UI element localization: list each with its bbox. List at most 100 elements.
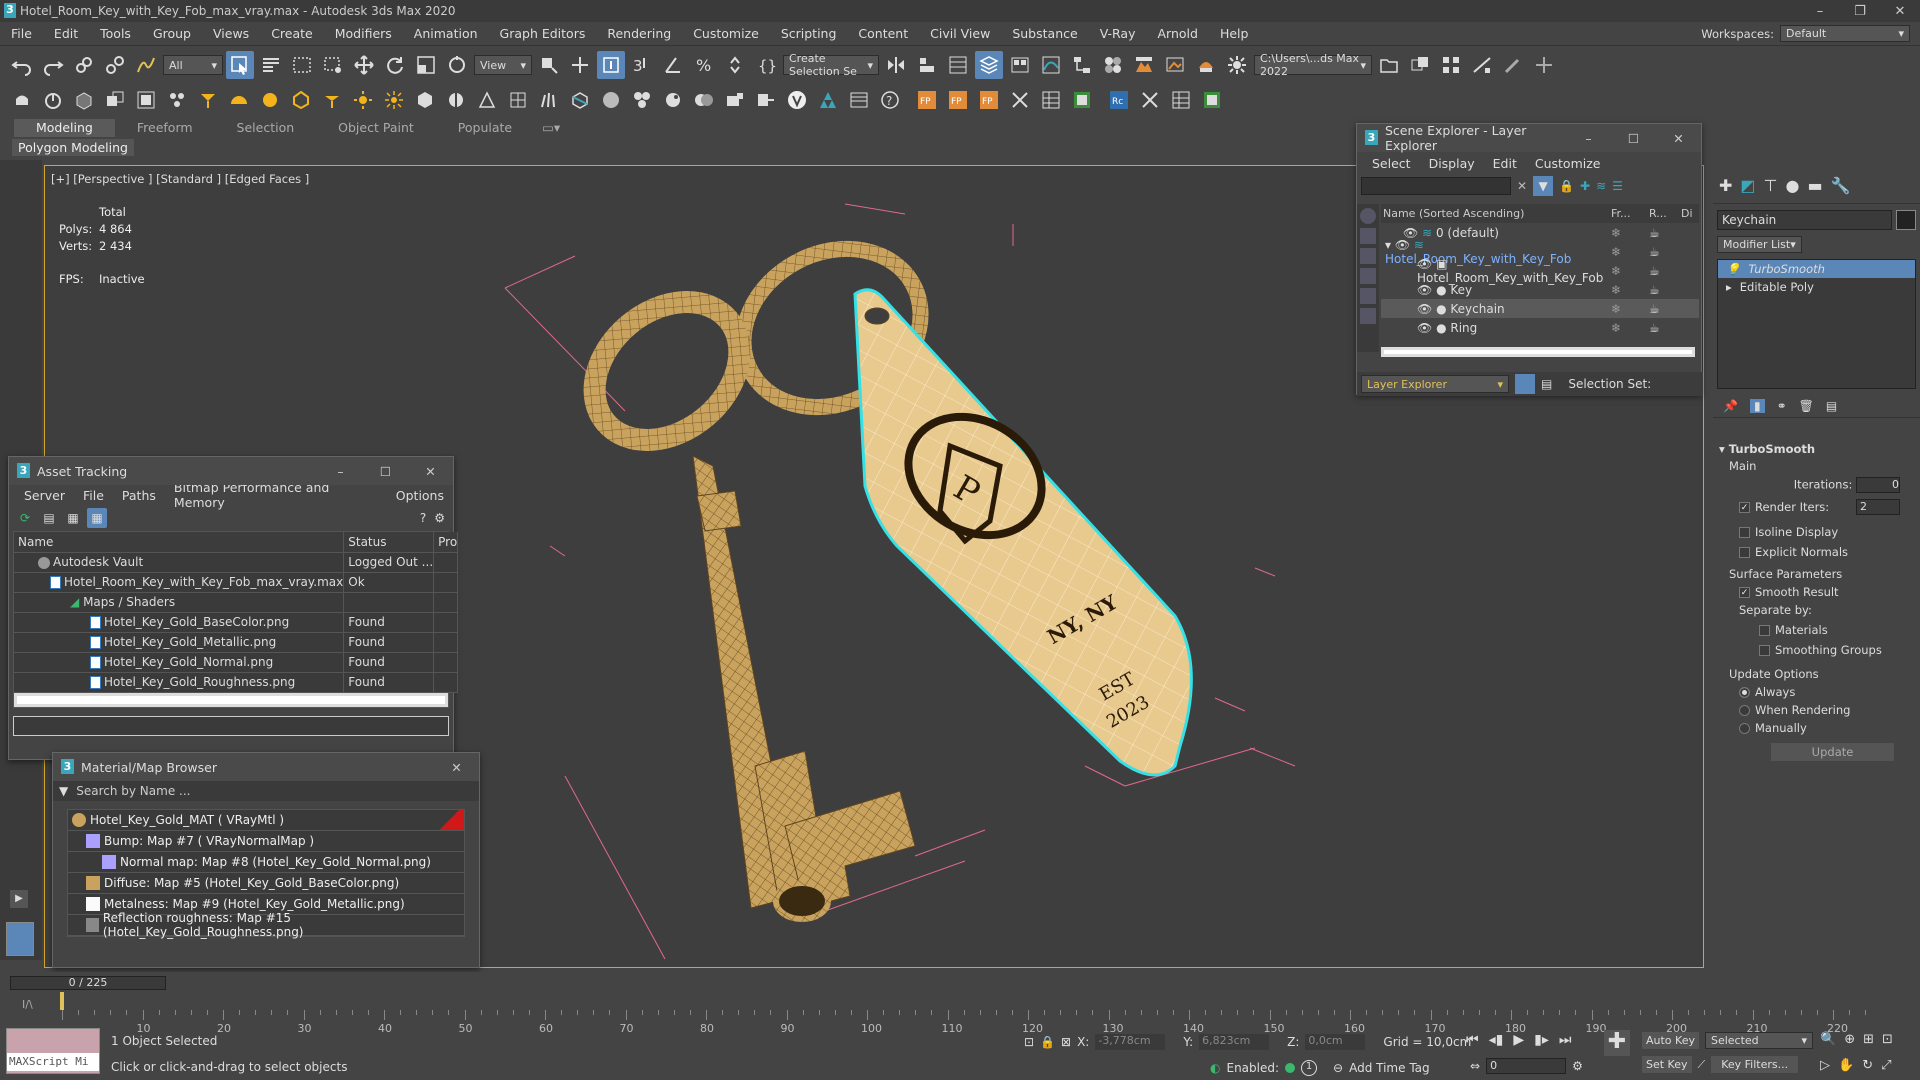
close-icon[interactable]: ✕ [1880, 4, 1920, 19]
chevron-right-icon[interactable]: ▸ [1718, 280, 1740, 294]
manually-radio[interactable] [1739, 723, 1750, 734]
menu-civil-view[interactable]: Civil View [919, 26, 1001, 41]
current-frame-marker[interactable] [60, 992, 64, 1010]
eye-icon[interactable]: 👁 [1417, 302, 1432, 316]
vray-scatter-icon[interactable] [814, 86, 842, 114]
asset-path-field[interactable] [13, 715, 449, 736]
refresh-icon[interactable]: ⟳ [15, 508, 35, 528]
render-iters-checkbox[interactable]: ✓ [1739, 501, 1750, 513]
light-dome-icon[interactable] [256, 86, 284, 114]
rollout-title[interactable]: TurboSmooth [1729, 442, 1815, 456]
chevron-down-icon[interactable]: ▾ [1385, 238, 1391, 252]
light-ies-icon[interactable] [318, 86, 346, 114]
asset-col-pro[interactable]: Pro [433, 532, 459, 553]
tab-object-paint[interactable]: Object Paint [316, 119, 436, 137]
fp-script-icon[interactable]: FP [913, 86, 941, 114]
filter-icon[interactable]: ▼ [1533, 176, 1554, 196]
menu-arnold[interactable]: Arnold [1147, 26, 1209, 41]
vray-mesh-export-icon[interactable] [752, 86, 780, 114]
eye-icon[interactable]: 👁 [1417, 257, 1432, 271]
align-icon[interactable] [913, 51, 941, 79]
vray-plane-icon[interactable] [473, 86, 501, 114]
table-row[interactable]: Hotel_Key_Gold_Normal.png Found [14, 652, 459, 673]
maxscript-listener[interactable]: MAXScript Mi [6, 1028, 100, 1074]
freeze-icon[interactable]: ❄ [1611, 245, 1649, 259]
list-view-icon[interactable]: ▤ [39, 508, 59, 528]
create-helper-icon[interactable] [1530, 51, 1558, 79]
info-icon[interactable]: 1 [1301, 1060, 1318, 1076]
motion-tab-icon[interactable]: ● [1785, 176, 1799, 195]
percent-snap-icon[interactable]: % [690, 51, 718, 79]
tab-freeform[interactable]: Freeform [115, 119, 215, 137]
iterations-spinner[interactable]: 0 [1856, 477, 1900, 493]
hierarchy-icon[interactable]: ☰ [1612, 179, 1623, 193]
viewport-layout-icon[interactable] [6, 922, 34, 956]
array-icon[interactable] [1437, 51, 1465, 79]
x-coord-field[interactable]: -3,778cm [1095, 1034, 1166, 1050]
teapot-icon[interactable]: ☕ [1649, 245, 1660, 259]
menu-scripting[interactable]: Scripting [770, 26, 848, 41]
zoom-icon[interactable]: 🔍 [1820, 1032, 1836, 1047]
eye-icon[interactable]: 👁 [1417, 283, 1432, 297]
toggle-ribbon-icon[interactable] [1006, 51, 1034, 79]
key-tangent-icon[interactable]: ⟋ [1698, 1058, 1706, 1072]
set-key-button[interactable]: Set Key [1642, 1056, 1692, 1073]
select-object-icon[interactable] [226, 51, 254, 79]
play-icon[interactable]: ▶ [1513, 1032, 1524, 1048]
materials-checkbox[interactable] [1759, 625, 1770, 636]
asset-scrollbar[interactable] [14, 692, 448, 707]
asset-col-name[interactable]: Name [14, 532, 345, 553]
always-radio[interactable] [1739, 687, 1750, 698]
hierarchy-tab-icon[interactable]: ⊤ [1764, 176, 1778, 195]
modifier-list-dropdown[interactable]: Modifier List ▾ [1717, 236, 1802, 253]
rc-script-icon[interactable]: Rc [1105, 86, 1133, 114]
col-render-header[interactable]: R... [1649, 207, 1681, 220]
close-icon[interactable]: ✕ [1656, 131, 1701, 146]
z-coord-field[interactable]: 0,0cm [1305, 1034, 1366, 1050]
freeze-icon[interactable]: ❄ [1611, 283, 1649, 297]
edit-named-selection-icon[interactable]: {} [752, 51, 780, 79]
when-rendering-radio[interactable] [1739, 705, 1750, 716]
vray-light-material-icon[interactable] [659, 86, 687, 114]
tree-row-hotel-object[interactable]: 👁 ▣ Hotel_Room_Key_with_Key_Fob ❄ ☕ [1381, 257, 1699, 285]
tree-row-keychain[interactable]: 👁 ● Keychain ❄ ☕ [1381, 299, 1699, 318]
maximize-viewport-icon[interactable]: ⤢ [1881, 1058, 1891, 1073]
tools-cross-icon[interactable] [1006, 86, 1034, 114]
material-editor-icon[interactable] [1099, 51, 1127, 79]
table-row[interactable]: Hotel_Key_Gold_Roughness.png Found [14, 672, 459, 693]
layers-icon[interactable]: ≋ [1596, 179, 1606, 193]
spinner-snap-icon[interactable] [721, 51, 749, 79]
workspaces-dropdown[interactable]: Default ▾ [1780, 25, 1910, 42]
clone-icon[interactable] [101, 86, 129, 114]
col-display-header[interactable]: Di [1681, 207, 1693, 220]
light-ambient-icon[interactable] [380, 86, 408, 114]
ribbon-options-icon[interactable]: ▭▾ [534, 119, 568, 137]
isoline-checkbox[interactable] [1739, 527, 1750, 538]
box-icon[interactable] [70, 86, 98, 114]
smoothing-groups-checkbox[interactable] [1759, 645, 1770, 656]
menu-graph-editors[interactable]: Graph Editors [489, 26, 597, 41]
asset-menu-server[interactable]: Server [15, 488, 74, 503]
spacing-tool-icon[interactable] [1468, 51, 1496, 79]
maximize-icon[interactable]: ❐ [1840, 4, 1880, 19]
material-row[interactable]: Reflection roughness: Map #15 (Hotel_Key… [68, 911, 464, 939]
reset-xform-icon[interactable] [39, 86, 67, 114]
configure-sets-icon[interactable]: ▤ [1826, 399, 1837, 413]
maxscript-input[interactable]: MAXScript Mi [7, 1053, 99, 1071]
settings-icon[interactable]: ⚙ [434, 511, 445, 525]
material-row[interactable]: Diffuse: Map #5 (Hotel_Key_Gold_BaseColo… [68, 873, 464, 894]
explicit-normals-checkbox[interactable] [1739, 547, 1750, 558]
table-view-icon[interactable]: ▦ [87, 508, 107, 528]
maximize-icon[interactable]: ☐ [363, 464, 408, 479]
lock-icon[interactable]: 🔒 [1559, 179, 1574, 193]
schematic-view-icon[interactable] [1068, 51, 1096, 79]
green-panel2-icon[interactable] [1198, 86, 1226, 114]
update-button[interactable]: Update [1771, 743, 1894, 761]
close-icon[interactable]: ✕ [408, 464, 453, 479]
key-mode-icon[interactable]: ⇔ [1470, 1059, 1480, 1073]
redo-icon[interactable] [39, 51, 67, 79]
zoom-all-icon[interactable]: ⊕ [1844, 1032, 1855, 1047]
scale-icon[interactable] [412, 51, 440, 79]
reference-coord-dropdown[interactable]: View ▾ [474, 55, 532, 75]
menu-animation[interactable]: Animation [403, 26, 489, 41]
